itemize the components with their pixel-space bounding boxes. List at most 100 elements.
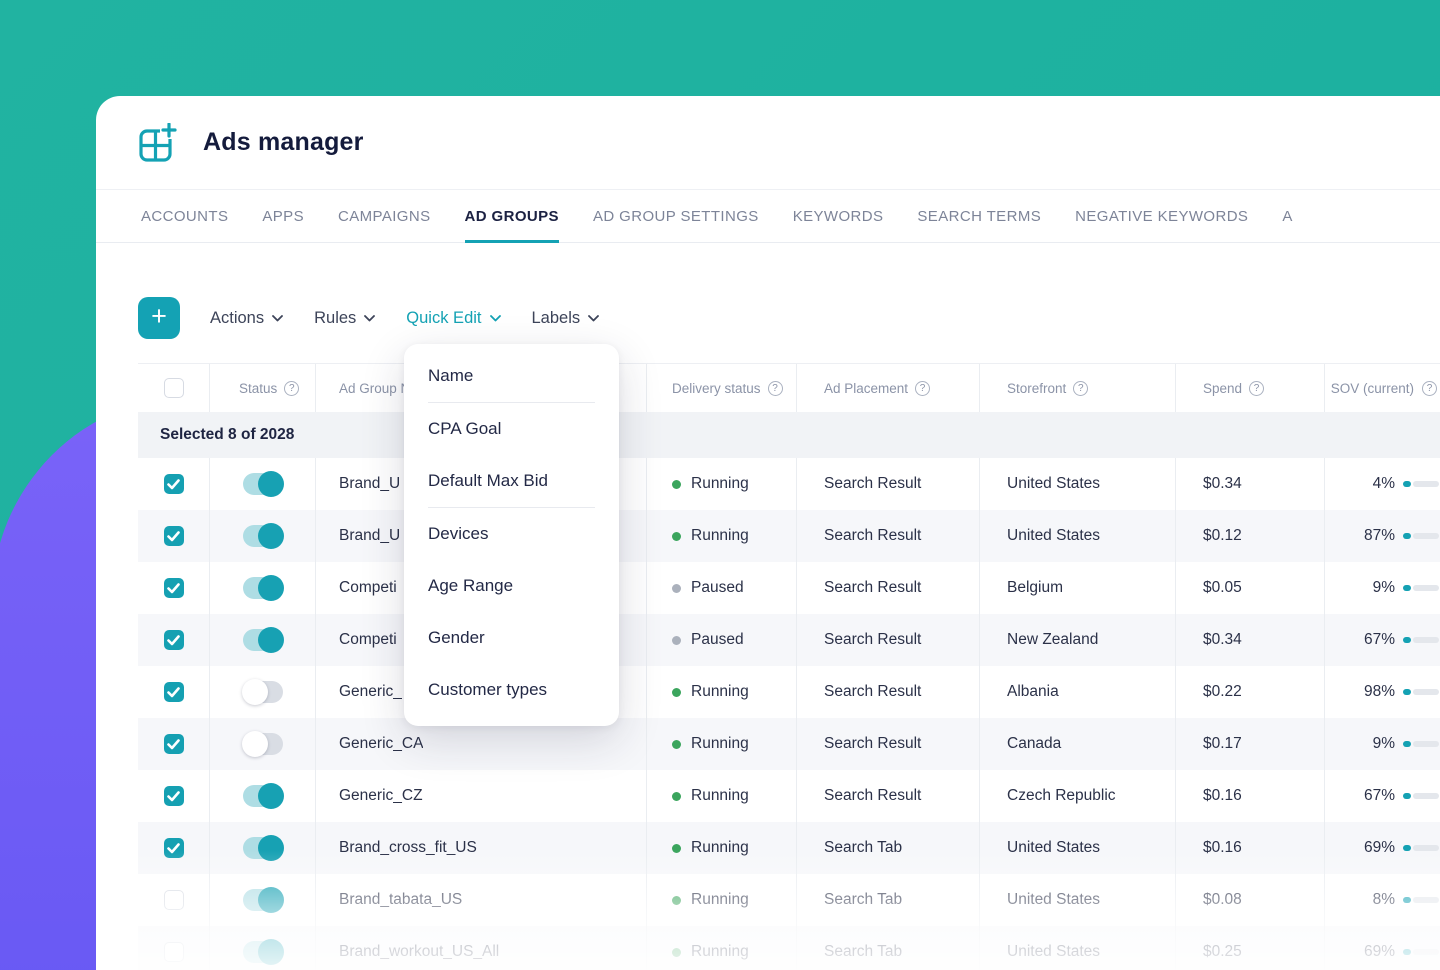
tab-campaigns[interactable]: CAMPAIGNS (338, 190, 431, 242)
status-toggle[interactable] (242, 575, 284, 601)
menu-item-gender[interactable]: Gender (404, 612, 619, 664)
actions-menu-button[interactable]: Actions (210, 309, 284, 328)
status-toggle[interactable] (241, 731, 283, 757)
ad-placement-cell: Search Result (797, 770, 980, 822)
tab-accounts[interactable]: ACCOUNTS (141, 190, 228, 242)
status-toggle[interactable] (242, 523, 284, 549)
tab-a[interactable]: A (1282, 190, 1292, 242)
help-icon[interactable]: ? (284, 380, 300, 396)
check-icon (167, 530, 180, 541)
menu-item-name[interactable]: Name (404, 350, 619, 402)
status-toggle[interactable] (242, 939, 284, 965)
row-checkbox[interactable] (163, 526, 184, 546)
delivery-status-text: Running (691, 683, 749, 700)
column-header-ad-placement: Ad Placement ? (797, 364, 980, 412)
menu-item-customer-types[interactable]: Customer types (404, 664, 619, 716)
add-button[interactable]: + (138, 297, 180, 339)
quick-edit-menu-button[interactable]: Quick Edit (406, 309, 501, 328)
row-checkbox[interactable] (163, 734, 184, 754)
tab-search-terms[interactable]: SEARCH TERMS (917, 190, 1041, 242)
spend-cell: $0.22 (1176, 666, 1325, 718)
sov-value: 87% (1363, 527, 1395, 544)
status-toggle[interactable] (241, 679, 283, 705)
tab-ad-groups[interactable]: AD GROUPS (464, 190, 560, 243)
row-checkbox[interactable] (163, 838, 184, 858)
ad-placement-cell: Search Result (797, 666, 980, 718)
delivery-status-dot (672, 791, 681, 801)
menu-item-age-range[interactable]: Age Range (404, 560, 619, 612)
delivery-status-dot (672, 843, 681, 853)
row-checkbox[interactable] (163, 890, 184, 910)
sov-value: 69% (1363, 839, 1395, 856)
ad-placement-cell: Search Tab (797, 874, 980, 926)
sov-value: 8% (1372, 891, 1395, 908)
chevron-down-icon (489, 314, 501, 321)
help-icon[interactable]: ? (1249, 380, 1265, 396)
check-icon (167, 738, 180, 749)
storefront-cell: United States (980, 510, 1176, 562)
spend-cell: $0.34 (1176, 614, 1325, 666)
help-icon[interactable]: ? (767, 380, 783, 396)
tab-apps[interactable]: APPS (262, 190, 304, 242)
column-header-delivery-status: Delivery status ? (647, 364, 797, 412)
delivery-status-dot (672, 895, 681, 905)
help-icon[interactable]: ? (915, 380, 931, 396)
labels-menu-button[interactable]: Labels (532, 309, 600, 328)
delivery-status-dot (672, 947, 681, 957)
table-row: Brand_tabata_US Running Search Tab Unite… (138, 874, 1440, 926)
delivery-status-text: Running (691, 735, 749, 752)
help-icon[interactable]: ? (1422, 380, 1437, 396)
storefront-cell: Czech Republic (980, 770, 1176, 822)
column-header-storefront: Storefront ? (980, 364, 1176, 412)
spend-cell: $0.16 (1176, 822, 1325, 874)
menu-item-default-max-bid[interactable]: Default Max Bid (404, 455, 619, 507)
row-checkbox[interactable] (163, 786, 184, 806)
sov-value: 4% (1372, 475, 1395, 492)
rules-menu-button[interactable]: Rules (314, 309, 376, 328)
sov-bar (1403, 845, 1439, 851)
ad-placement-cell: Search Result (797, 614, 980, 666)
status-toggle[interactable] (242, 835, 284, 861)
delivery-status-text: Running (691, 527, 749, 544)
ad-group-name: Brand_U (339, 475, 401, 492)
tab-ad-group-settings[interactable]: AD GROUP SETTINGS (593, 190, 759, 242)
chevron-down-icon (588, 314, 600, 321)
row-checkbox[interactable] (163, 578, 184, 598)
storefront-cell: United States (980, 458, 1176, 510)
delivery-status-text: Running (691, 891, 749, 908)
spend-cell: $0.16 (1176, 770, 1325, 822)
table-row: Brand_U Running Search Result United Sta… (138, 458, 1440, 510)
app-header: Ads manager (96, 96, 1440, 190)
row-checkbox[interactable] (163, 630, 184, 650)
row-checkbox[interactable] (163, 682, 184, 702)
tab-keywords[interactable]: KEYWORDS (793, 190, 884, 242)
help-icon[interactable]: ? (1073, 380, 1089, 396)
status-toggle[interactable] (242, 627, 284, 653)
sov-bar (1403, 533, 1439, 539)
sov-value: 9% (1372, 735, 1395, 752)
sov-bar (1403, 637, 1439, 643)
ad-group-name: Brand_cross_fit_US (339, 839, 477, 856)
sov-bar (1403, 481, 1439, 487)
status-toggle[interactable] (242, 471, 284, 497)
sov-bar (1403, 949, 1439, 955)
storefront-cell: Albania (980, 666, 1176, 718)
spend-cell: $0.34 (1176, 458, 1325, 510)
status-toggle[interactable] (242, 783, 284, 809)
table-row: Competi Paused Search Result Belgium $0.… (138, 562, 1440, 614)
status-toggle[interactable] (242, 887, 284, 913)
delivery-status-dot (672, 687, 681, 697)
tab-bar: ACCOUNTS APPS CAMPAIGNS AD GROUPS AD GROUP S… (96, 190, 1440, 243)
menu-item-cpa-goal[interactable]: CPA Goal (404, 403, 619, 455)
row-checkbox[interactable] (163, 942, 184, 962)
tab-negative-keywords[interactable]: NEGATIVE KEYWORDS (1075, 190, 1248, 242)
delivery-status-dot (672, 531, 681, 541)
ad-placement-cell: Search Tab (797, 926, 980, 970)
delivery-status-text: Paused (691, 631, 744, 648)
ad-group-name: Competi (339, 579, 397, 596)
menu-item-devices[interactable]: Devices (404, 508, 619, 560)
select-all-checkbox[interactable] (163, 378, 184, 398)
column-header (138, 364, 210, 412)
table-body: Brand_U Running Search Result United Sta… (138, 458, 1440, 970)
row-checkbox[interactable] (163, 474, 184, 494)
